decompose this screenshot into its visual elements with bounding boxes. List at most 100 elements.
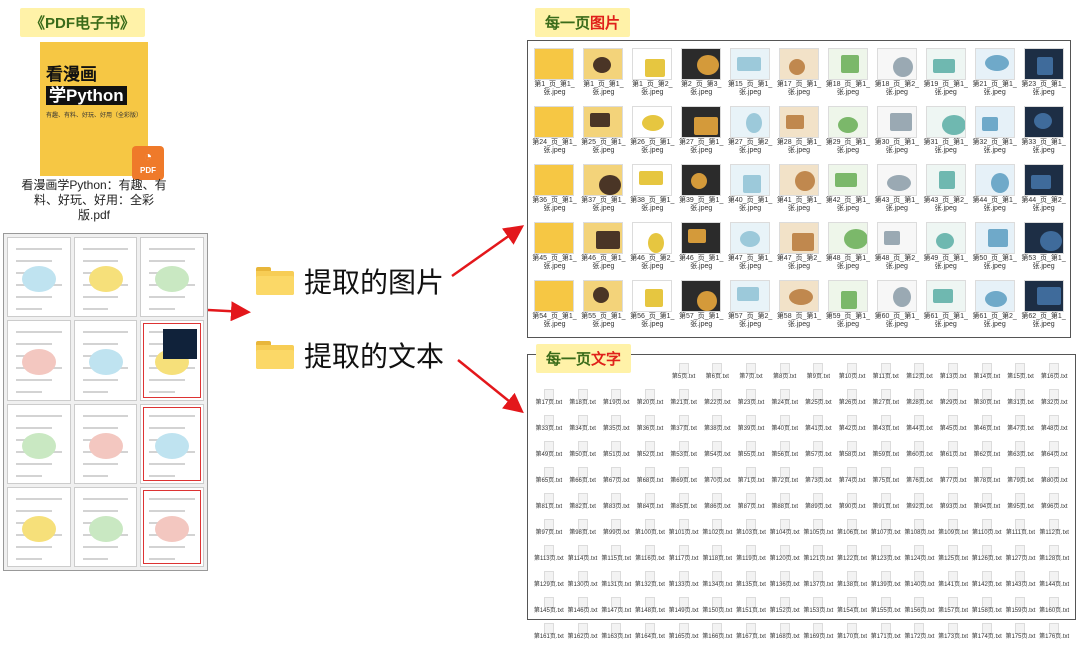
text-file-item[interactable]: 第63页.txt (1004, 441, 1038, 467)
image-file-item[interactable]: 第2_页_第3_张.jpeg (678, 46, 725, 104)
text-file-item[interactable]: 第150页.txt (700, 597, 734, 623)
text-file-item[interactable]: 第34页.txt (566, 415, 600, 441)
text-file-item[interactable]: 第58页.txt (835, 441, 869, 467)
text-file-item[interactable]: 第60页.txt (903, 441, 937, 467)
text-file-item[interactable]: 第133页.txt (667, 571, 701, 597)
image-file-item[interactable]: 第40_页_第1_张.jpeg (727, 162, 774, 220)
image-file-item[interactable]: 第21_页_第1_张.jpeg (971, 46, 1018, 104)
image-file-item[interactable]: 第61_页_第2_张.jpeg (971, 278, 1018, 336)
text-file-item[interactable]: 第110页.txt (970, 519, 1004, 545)
folder-extracted-images[interactable]: 提取的图片 (256, 261, 444, 301)
text-file-item[interactable]: 第148页.txt (633, 597, 667, 623)
text-file-item[interactable]: 第157页.txt (936, 597, 970, 623)
text-file-item[interactable]: 第129页.txt (532, 571, 566, 597)
image-file-item[interactable]: 第26_页_第1_张.jpeg (629, 104, 676, 162)
text-file-item[interactable]: 第124页.txt (903, 545, 937, 571)
text-file-item[interactable]: 第115页.txt (599, 545, 633, 571)
text-file-item[interactable]: 第40页.txt (768, 415, 802, 441)
text-file-item[interactable]: 第97页.txt (532, 519, 566, 545)
text-file-item[interactable]: 第100页.txt (633, 519, 667, 545)
text-file-item[interactable]: 第137页.txt (802, 571, 836, 597)
text-file-item[interactable]: 第119页.txt (734, 545, 768, 571)
text-file-item[interactable]: 第114页.txt (566, 545, 600, 571)
text-file-item[interactable]: 第75页.txt (869, 467, 903, 493)
text-file-item[interactable]: 第64页.txt (1037, 441, 1071, 467)
text-file-item[interactable]: 第161页.txt (532, 623, 566, 649)
text-file-item[interactable]: 第147页.txt (599, 597, 633, 623)
text-file-item[interactable]: 第139页.txt (869, 571, 903, 597)
text-file-item[interactable]: 第56页.txt (768, 441, 802, 467)
text-file-item[interactable]: 第14页.txt (970, 363, 1004, 389)
text-file-item[interactable]: 第46页.txt (970, 415, 1004, 441)
image-file-item[interactable]: 第57_页_第1_张.jpeg (678, 278, 725, 336)
text-file-item[interactable]: 第94页.txt (970, 493, 1004, 519)
text-file-item[interactable]: 第57页.txt (802, 441, 836, 467)
pdf-page-thumbnail[interactable] (73, 237, 138, 318)
text-file-item[interactable]: 第108页.txt (903, 519, 937, 545)
image-file-item[interactable]: 第42_页_第1_张.jpeg (824, 162, 871, 220)
text-file-item[interactable]: 第80页.txt (1037, 467, 1071, 493)
text-file-item[interactable]: 第11页.txt (869, 363, 903, 389)
folder-extracted-texts[interactable]: 提取的文本 (256, 335, 444, 375)
text-file-item[interactable]: 第51页.txt (599, 441, 633, 467)
text-file-item[interactable]: 第72页.txt (768, 467, 802, 493)
text-file-item[interactable]: 第152页.txt (768, 597, 802, 623)
pdf-page-thumbnail[interactable] (140, 237, 204, 318)
text-file-item[interactable]: 第66页.txt (566, 467, 600, 493)
pdf-page-thumbnail[interactable] (7, 320, 71, 401)
text-file-item[interactable]: 第69页.txt (667, 467, 701, 493)
text-file-item[interactable]: 第169页.txt (802, 623, 836, 649)
text-file-item[interactable]: 第43页.txt (869, 415, 903, 441)
text-file-item[interactable]: 第121页.txt (802, 545, 836, 571)
image-file-item[interactable]: 第27_页_第2_张.jpeg (727, 104, 774, 162)
image-file-item[interactable]: 第1_页_第1_张.jpeg (580, 46, 627, 104)
text-file-item[interactable]: 第81页.txt (532, 493, 566, 519)
text-file-item[interactable]: 第160页.txt (1037, 597, 1071, 623)
image-file-item[interactable]: 第55_页_第1_张.jpeg (580, 278, 627, 336)
text-file-item[interactable]: 第158页.txt (970, 597, 1004, 623)
text-file-item[interactable]: 第84页.txt (633, 493, 667, 519)
text-file-item[interactable]: 第28页.txt (903, 389, 937, 415)
text-file-item[interactable]: 第76页.txt (903, 467, 937, 493)
text-file-item[interactable]: 第136页.txt (768, 571, 802, 597)
text-file-item[interactable]: 第145页.txt (532, 597, 566, 623)
text-file-item[interactable]: 第130页.txt (566, 571, 600, 597)
image-file-item[interactable]: 第45_页_第1_张.jpeg (531, 220, 578, 278)
image-file-item[interactable]: 第15_页_第1_张.jpeg (727, 46, 774, 104)
text-file-item[interactable]: 第68页.txt (633, 467, 667, 493)
image-file-item[interactable]: 第17_页_第1_张.jpeg (776, 46, 823, 104)
text-file-item[interactable]: 第41页.txt (802, 415, 836, 441)
image-file-item[interactable]: 第28_页_第1_张.jpeg (776, 104, 823, 162)
text-file-item[interactable]: 第143页.txt (1004, 571, 1038, 597)
image-file-item[interactable]: 第25_页_第1_张.jpeg (580, 104, 627, 162)
image-file-item[interactable]: 第36_页_第1_张.jpeg (531, 162, 578, 220)
image-file-item[interactable]: 第50_页_第1_张.jpeg (971, 220, 1018, 278)
text-file-item[interactable]: 第13页.txt (936, 363, 970, 389)
text-file-item[interactable]: 第78页.txt (970, 467, 1004, 493)
text-file-item[interactable]: 第93页.txt (936, 493, 970, 519)
text-file-item[interactable]: 第173页.txt (936, 623, 970, 649)
image-file-item[interactable]: 第49_页_第1_张.jpeg (922, 220, 969, 278)
text-file-item[interactable]: 第70页.txt (700, 467, 734, 493)
text-file-item[interactable]: 第132页.txt (633, 571, 667, 597)
text-file-item[interactable]: 第171页.txt (869, 623, 903, 649)
text-file-item[interactable]: 第122页.txt (835, 545, 869, 571)
text-file-item[interactable]: 第99页.txt (599, 519, 633, 545)
text-file-item[interactable]: 第170页.txt (835, 623, 869, 649)
text-file-item[interactable]: 第107页.txt (869, 519, 903, 545)
text-file-item[interactable]: 第30页.txt (970, 389, 1004, 415)
text-file-item[interactable]: 第101页.txt (667, 519, 701, 545)
text-file-item[interactable]: 第86页.txt (700, 493, 734, 519)
text-file-item[interactable]: 第176页.txt (1037, 623, 1071, 649)
image-file-item[interactable]: 第59_页_第1_张.jpeg (824, 278, 871, 336)
image-file-item[interactable]: 第18_页_第1_张.jpeg (824, 46, 871, 104)
text-file-item[interactable]: 第174页.txt (970, 623, 1004, 649)
text-file-item[interactable]: 第17页.txt (532, 389, 566, 415)
text-file-item[interactable]: 第104页.txt (768, 519, 802, 545)
image-file-item[interactable]: 第33_页_第1_张.jpeg (1020, 104, 1067, 162)
text-file-item[interactable]: 第89页.txt (802, 493, 836, 519)
text-file-item[interactable]: 第142页.txt (970, 571, 1004, 597)
text-file-item[interactable]: 第55页.txt (734, 441, 768, 467)
text-file-item[interactable]: 第45页.txt (936, 415, 970, 441)
text-file-item[interactable]: 第117页.txt (667, 545, 701, 571)
